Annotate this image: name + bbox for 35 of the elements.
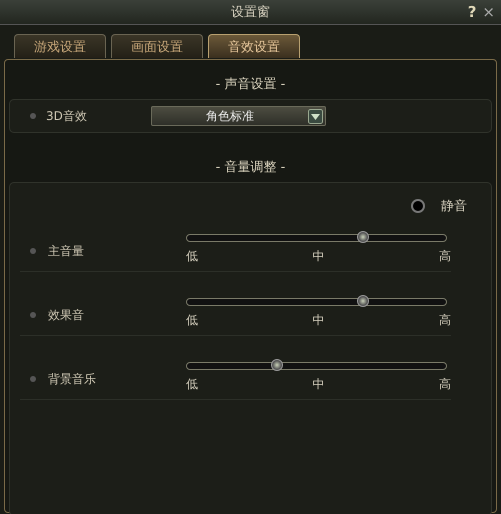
help-button[interactable]: ? bbox=[468, 3, 476, 21]
slider-thumb[interactable] bbox=[356, 294, 369, 306]
section-heading: - 声音设置 - bbox=[214, 76, 286, 94]
bullet-icon bbox=[30, 376, 36, 382]
dropdown[interactable]: 角色标准 bbox=[151, 106, 326, 126]
tab[interactable]: 音效设置 bbox=[208, 34, 300, 58]
tick-label: 高 bbox=[438, 248, 451, 264]
mute-label: 静音 bbox=[441, 198, 467, 215]
slider-track[interactable] bbox=[186, 362, 447, 370]
tick-label: 中 bbox=[312, 312, 324, 328]
mute-radio[interactable] bbox=[411, 199, 425, 213]
section-heading: - 音量调整 - bbox=[214, 159, 286, 177]
tick-label: 高 bbox=[438, 312, 451, 328]
tick-label: 低 bbox=[186, 312, 198, 328]
bullet-icon bbox=[30, 113, 36, 119]
close-button[interactable]: × bbox=[482, 3, 495, 21]
tab[interactable]: 画面设置 bbox=[111, 34, 203, 58]
slider-track[interactable] bbox=[186, 298, 447, 306]
slider-label: 效果音 bbox=[48, 306, 84, 324]
slider-thumb[interactable] bbox=[356, 230, 369, 242]
slider-track[interactable] bbox=[186, 234, 447, 242]
slider-label: 主音量 bbox=[48, 242, 84, 260]
tick-label: 低 bbox=[186, 376, 198, 392]
tick-label: 中 bbox=[312, 376, 324, 392]
caret-icon bbox=[308, 108, 323, 124]
bullet-icon bbox=[30, 248, 36, 254]
slider-thumb[interactable] bbox=[271, 358, 284, 370]
tick-label: 高 bbox=[438, 376, 451, 392]
setting-label: 3D音效 bbox=[46, 108, 88, 124]
window-title: 设置窗 bbox=[231, 4, 270, 21]
bullet-icon bbox=[30, 312, 36, 318]
tick-label: 低 bbox=[186, 248, 198, 264]
tick-label: 中 bbox=[312, 248, 324, 264]
tab[interactable]: 游戏设置 bbox=[14, 34, 106, 58]
slider-label: 背景音乐 bbox=[48, 370, 96, 388]
